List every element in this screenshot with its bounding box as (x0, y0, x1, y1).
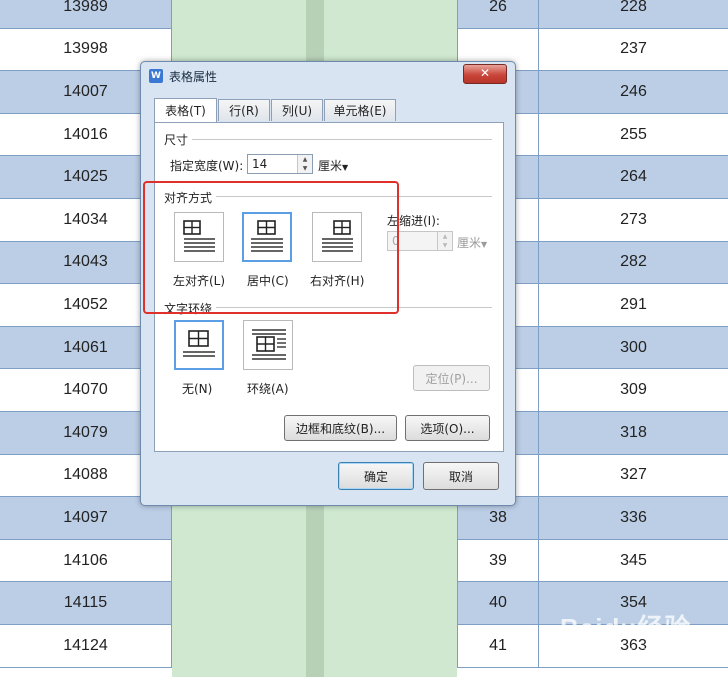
tab-row[interactable]: 行(R) (218, 99, 270, 121)
table-cell[interactable]: 14106 (0, 539, 172, 583)
table-cell[interactable]: 273 (539, 199, 728, 242)
tab-table[interactable]: 表格(T) (154, 98, 217, 122)
table-cell[interactable]: 26 (457, 0, 539, 29)
table-cell[interactable]: 282 (539, 241, 728, 285)
tab-cell[interactable]: 单元格(E) (324, 99, 396, 121)
table-cell[interactable]: 41 (457, 625, 539, 668)
indent-unit-label: 厘米 (457, 236, 482, 250)
width-unit-dropdown[interactable]: 厘米▼ (318, 157, 348, 174)
wrap-around-label: 环绕(A) (247, 382, 289, 396)
width-value: 14 (252, 157, 268, 171)
wrap-none-label: 无(N) (182, 382, 213, 396)
table-cell[interactable]: 309 (539, 369, 728, 412)
ok-button[interactable]: 确定 (338, 462, 414, 490)
borders-shading-button[interactable]: 边框和底纹(B)... (284, 415, 397, 441)
table-cell[interactable]: 264 (539, 156, 728, 199)
indent-stepper-arrows[interactable]: ▲ ▼ (437, 232, 452, 250)
table-cell[interactable]: 39 (457, 539, 539, 583)
table-cell[interactable]: 246 (539, 71, 728, 114)
wrap-around-option[interactable] (243, 320, 293, 370)
baidu-watermark: Baidu经验 (560, 613, 692, 643)
table-cell[interactable]: 237 (539, 29, 728, 72)
wrap-none-option[interactable] (174, 320, 224, 370)
table-cell[interactable]: 300 (539, 326, 728, 370)
baidu-watermark-site: jingyan.baidu.com (586, 646, 688, 659)
width-stepper-arrows[interactable]: ▲ ▼ (297, 155, 312, 173)
close-button[interactable]: ✕ (463, 64, 507, 84)
width-unit-label: 厘米 (318, 159, 343, 173)
dialog-title: 表格属性 (169, 70, 218, 84)
alignment-highlight-box (143, 181, 399, 314)
tab-strip: 表格(T) 行(R) 列(U) 单元格(E) (154, 98, 504, 123)
table-cell[interactable]: 14115 (0, 582, 172, 625)
table-cell[interactable]: 255 (539, 114, 728, 157)
tab-column[interactable]: 列(U) (271, 99, 323, 121)
table-cell[interactable]: 228 (539, 0, 728, 29)
wrap-around-icon (252, 329, 286, 360)
table-cell[interactable]: 40 (457, 582, 539, 625)
table-cell[interactable]: 318 (539, 412, 728, 455)
unit-chevron-down-icon: ▼ (342, 163, 349, 172)
width-stepper[interactable]: 14 ▲ ▼ (247, 154, 313, 174)
indent-unit-chevron-down-icon: ▼ (481, 240, 488, 249)
cancel-button[interactable]: 取消 (423, 462, 499, 490)
table-cell[interactable]: 345 (539, 540, 728, 583)
table-cell[interactable]: 327 (539, 455, 728, 498)
size-section-title: 尺寸 (164, 133, 189, 147)
table-cell[interactable]: 291 (539, 284, 728, 327)
table-cell[interactable]: 14124 (0, 625, 172, 668)
options-button[interactable]: 选项(O)... (405, 415, 490, 441)
width-label: 指定宽度(W): (170, 159, 244, 173)
dialog-titlebar[interactable]: W 表格属性 ✕ (141, 62, 515, 90)
table-cell[interactable]: 13989 (0, 0, 172, 29)
wps-app-icon: W (149, 69, 163, 83)
indent-unit-dropdown[interactable]: 厘米▼ (457, 234, 487, 251)
position-button[interactable]: 定位(P)... (413, 365, 490, 391)
table-cell[interactable]: 336 (539, 497, 728, 540)
size-section-rule (192, 139, 492, 140)
wrap-none-icon (183, 330, 215, 357)
